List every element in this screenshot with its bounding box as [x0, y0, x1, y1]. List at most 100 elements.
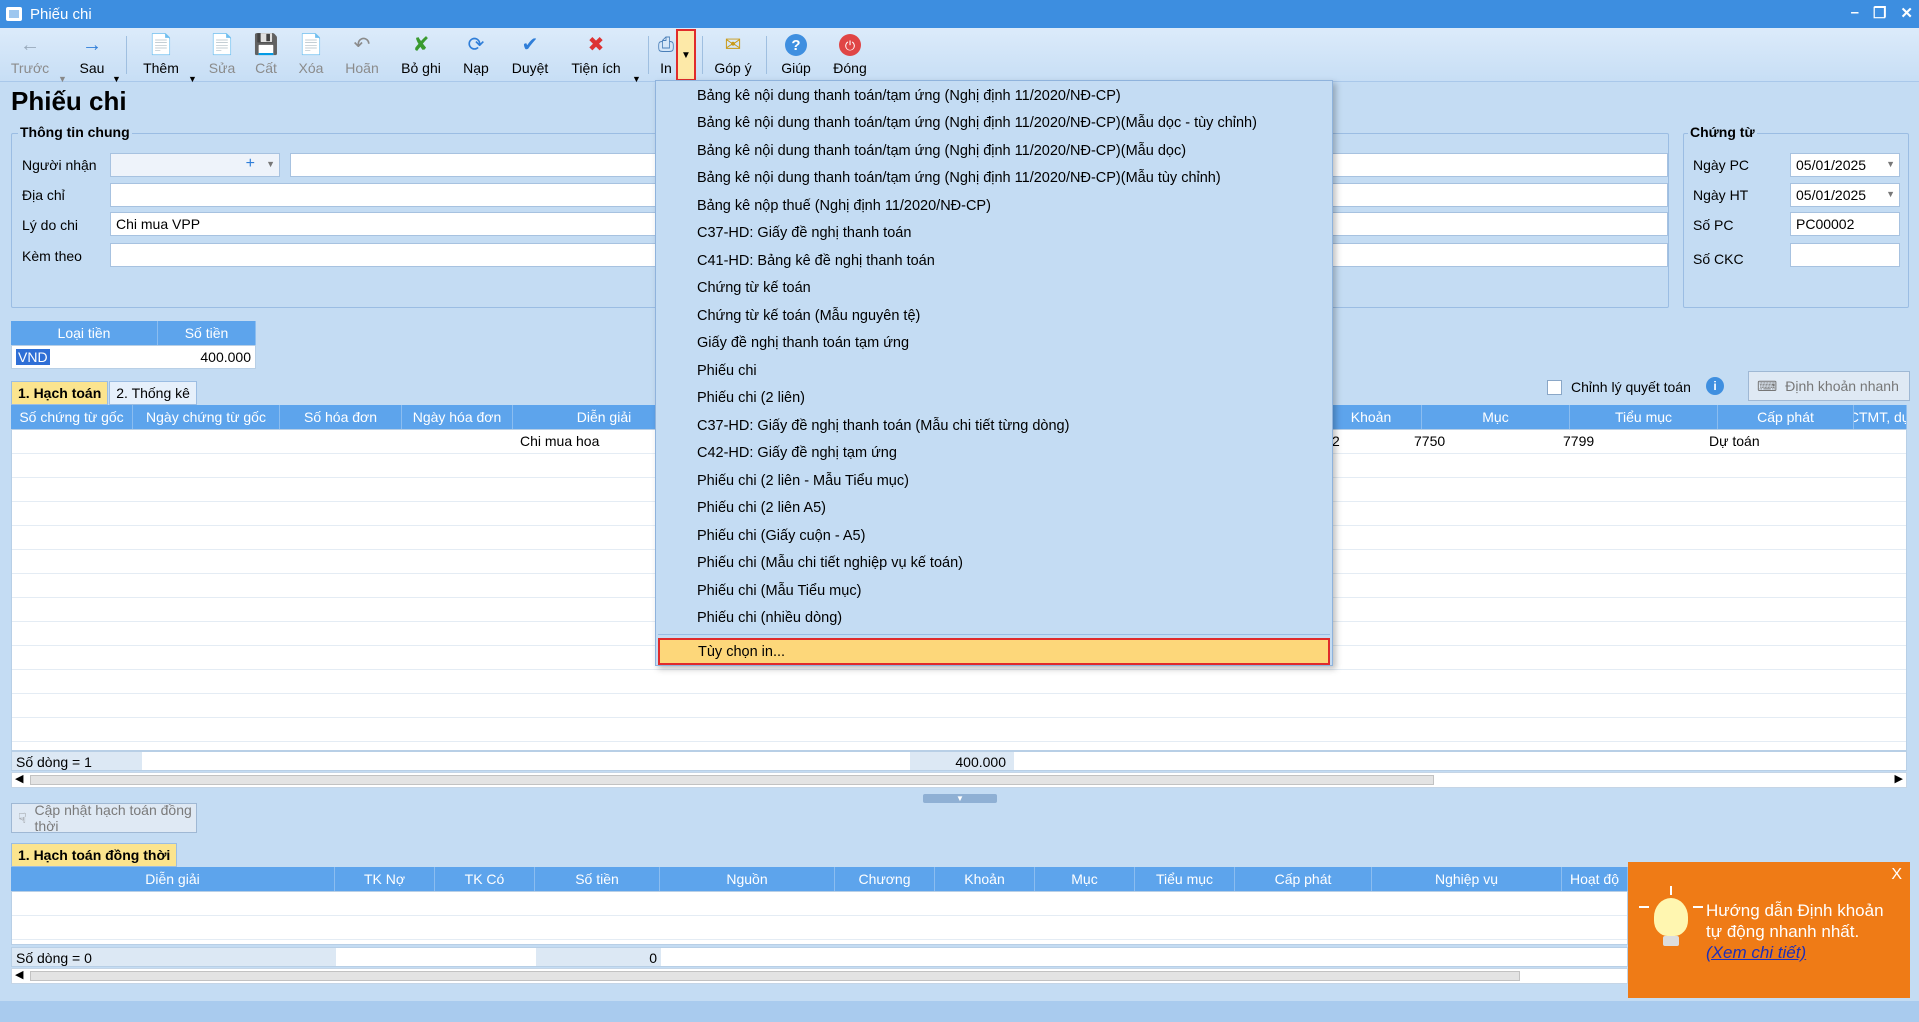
- scroll-left-icon[interactable]: ◀: [15, 968, 23, 981]
- column-header: Khoản: [1321, 405, 1422, 429]
- cell-khoan[interactable]: 2: [1332, 433, 1340, 449]
- currency-row[interactable]: VND 400.000: [11, 345, 256, 369]
- cell-capphat[interactable]: Dự toán: [1709, 433, 1760, 449]
- menu-item[interactable]: Bảng kê nội dung thanh toán/tạm ứng (Ngh…: [697, 110, 1257, 136]
- chevron-down-icon[interactable]: ▼: [1886, 189, 1895, 199]
- scroll-right-icon[interactable]: ▶: [1895, 772, 1903, 785]
- cell-muc[interactable]: 7750: [1414, 433, 1445, 449]
- tab-sync-posting[interactable]: 1. Hạch toán đồng thời: [11, 843, 178, 867]
- date-pc-field[interactable]: 05/01/2025 ▼: [1790, 153, 1900, 177]
- adjust-checkbox[interactable]: [1547, 380, 1562, 395]
- menu-item[interactable]: Bảng kê nội dung thanh toán/tạm ứng (Ngh…: [697, 165, 1221, 191]
- column-header: Nghiệp vụ: [1372, 867, 1562, 891]
- status-bar: [0, 1001, 1919, 1022]
- date-pc-label: Ngày PC: [1693, 157, 1750, 173]
- no-ckc-field[interactable]: [1790, 243, 1900, 267]
- menu-item[interactable]: Chứng từ kế toán (Mẫu nguyên tệ): [697, 303, 920, 329]
- recipient-combo[interactable]: + ▼: [110, 153, 280, 177]
- new-document-icon: 📄: [148, 34, 174, 56]
- info-icon[interactable]: i: [1706, 377, 1724, 395]
- chevron-down-icon[interactable]: ▼: [1886, 159, 1895, 169]
- menu-separator: [658, 634, 1330, 635]
- edit-icon: 📄: [209, 34, 235, 56]
- popup-line-2: tự động nhanh nhất.: [1706, 922, 1860, 941]
- main-grid-scrollbar[interactable]: ◀ ▶: [11, 772, 1907, 788]
- menu-item[interactable]: Phiếu chi (2 liên - Mẫu Tiểu mục): [697, 468, 909, 494]
- sync-grid-body: [11, 891, 1628, 945]
- restore-button[interactable]: ❐: [1873, 4, 1886, 22]
- scroll-thumb[interactable]: [30, 971, 1520, 981]
- next-dropdown-icon[interactable]: ▼: [112, 74, 121, 84]
- next-button[interactable]: → Sau: [74, 30, 110, 80]
- minimize-button[interactable]: –: [1851, 4, 1859, 22]
- unpost-button[interactable]: ✘ Bỏ ghi: [396, 30, 446, 80]
- date-ht-field[interactable]: 05/01/2025 ▼: [1790, 183, 1900, 207]
- menu-item[interactable]: Phiếu chi (nhiều dòng): [697, 605, 842, 631]
- reload-button[interactable]: ⟳ Nạp: [458, 30, 494, 80]
- separator: [766, 36, 767, 74]
- add-dropdown-icon[interactable]: ▼: [188, 74, 197, 84]
- menu-item[interactable]: C37-HD: Giấy đề nghị thanh toán (Mẫu chi…: [697, 413, 1069, 439]
- app-icon: [6, 7, 22, 21]
- menu-item[interactable]: Bảng kê nội dung thanh toán/tạm ứng (Ngh…: [697, 83, 1121, 109]
- voucher-legend: Chứng từ: [1688, 124, 1757, 140]
- plus-icon[interactable]: +: [246, 155, 255, 173]
- utilities-dropdown-icon[interactable]: ▼: [632, 74, 641, 84]
- guide-popup[interactable]: X Hướng dẫn Định khoản tự động nhanh nhấ…: [1628, 862, 1910, 998]
- popup-close-icon[interactable]: X: [1891, 866, 1902, 884]
- toolbar: ← Trước ▼ → Sau ▼ 📄 Thêm ▼ 📄 Sửa 💾 Cất 📄…: [0, 28, 1919, 84]
- hand-pointer-icon: ☟: [18, 809, 27, 826]
- menu-item[interactable]: Chứng từ kế toán: [697, 275, 811, 301]
- currency-type[interactable]: VND: [16, 349, 50, 365]
- column-header: Số hóa đơn: [280, 405, 402, 429]
- delete-button[interactable]: 📄 Xóa: [292, 30, 330, 80]
- prev-dropdown-icon[interactable]: ▼: [58, 74, 67, 84]
- print-dropdown-button[interactable]: ▼: [676, 29, 696, 81]
- menu-item[interactable]: C42-HD: Giấy đề nghị tạm ứng: [697, 440, 897, 466]
- cell-description[interactable]: Chi mua hoa: [520, 433, 599, 449]
- menu-item[interactable]: Bảng kê nộp thuế (Nghị định 11/2020/NĐ-C…: [697, 193, 991, 219]
- unpost-icon: ✘: [412, 34, 430, 56]
- popup-details-link[interactable]: (Xem chi tiết): [1706, 942, 1884, 963]
- edit-button[interactable]: 📄 Sửa: [204, 30, 240, 80]
- chevron-down-icon[interactable]: ▼: [266, 159, 275, 169]
- utilities-button[interactable]: ✖ Tiện ích: [568, 30, 624, 80]
- save-button[interactable]: 💾 Cất: [248, 30, 284, 80]
- sync-grid-scrollbar[interactable]: ◀: [11, 968, 1628, 984]
- tab-posting[interactable]: 1. Hạch toán: [11, 381, 109, 405]
- close-window-button[interactable]: ✕: [1900, 4, 1913, 22]
- menu-item[interactable]: Phiếu chi (Giấy cuộn - A5): [697, 523, 865, 549]
- cell-tieumuc[interactable]: 7799: [1563, 433, 1594, 449]
- approve-button[interactable]: ✔ Duyệt: [506, 30, 554, 80]
- menu-item[interactable]: Bảng kê nội dung thanh toán/tạm ứng (Ngh…: [697, 138, 1186, 164]
- no-pc-label: Số PC: [1693, 217, 1734, 233]
- sync-update-button[interactable]: ☟ Cập nhật hạch toán đồng thời: [11, 802, 197, 834]
- scroll-left-icon[interactable]: ◀: [15, 772, 23, 785]
- delete-document-icon: 📄: [298, 34, 324, 56]
- floppy-icon: 💾: [253, 34, 279, 56]
- menu-item[interactable]: Phiếu chi: [697, 358, 757, 384]
- column-header: TK Nợ: [335, 867, 435, 891]
- splitter-handle[interactable]: ▼: [923, 794, 997, 803]
- quick-entry-button[interactable]: ⌨ Định khoản nhanh: [1748, 371, 1910, 401]
- close-button[interactable]: ⏻ Đóng: [828, 30, 872, 80]
- no-pc-field[interactable]: PC00002: [1790, 212, 1900, 236]
- help-button[interactable]: ? Giúp: [776, 30, 816, 80]
- print-button[interactable]: ⎙ In: [654, 30, 678, 80]
- menu-item-print-options[interactable]: Tùy chọn in...: [658, 638, 1330, 665]
- currency-amount[interactable]: 400.000: [200, 349, 251, 365]
- add-button[interactable]: 📄 Thêm: [138, 30, 184, 80]
- feedback-button[interactable]: ✉ Góp ý: [710, 30, 756, 80]
- menu-item[interactable]: Giấy đề nghị thanh toán tạm ứng: [697, 330, 909, 356]
- menu-item[interactable]: C37-HD: Giấy đề nghị thanh toán: [697, 220, 911, 246]
- menu-item[interactable]: C41-HD: Bảng kê đề nghị thanh toán: [697, 248, 935, 274]
- menu-item[interactable]: Phiếu chi (2 liên A5): [697, 495, 826, 521]
- tab-stats[interactable]: 2. Thống kê: [109, 381, 197, 405]
- prev-button[interactable]: ← Trước: [8, 30, 52, 80]
- menu-item[interactable]: Phiếu chi (2 liên): [697, 385, 805, 411]
- separator: [648, 36, 649, 74]
- scroll-thumb[interactable]: [30, 775, 1434, 785]
- menu-item[interactable]: Phiếu chi (Mẫu chi tiết nghiệp vụ kế toá…: [697, 550, 963, 576]
- undo-button[interactable]: ↶ Hoãn: [340, 30, 384, 80]
- menu-item[interactable]: Phiếu chi (Mẫu Tiểu mục): [697, 578, 861, 604]
